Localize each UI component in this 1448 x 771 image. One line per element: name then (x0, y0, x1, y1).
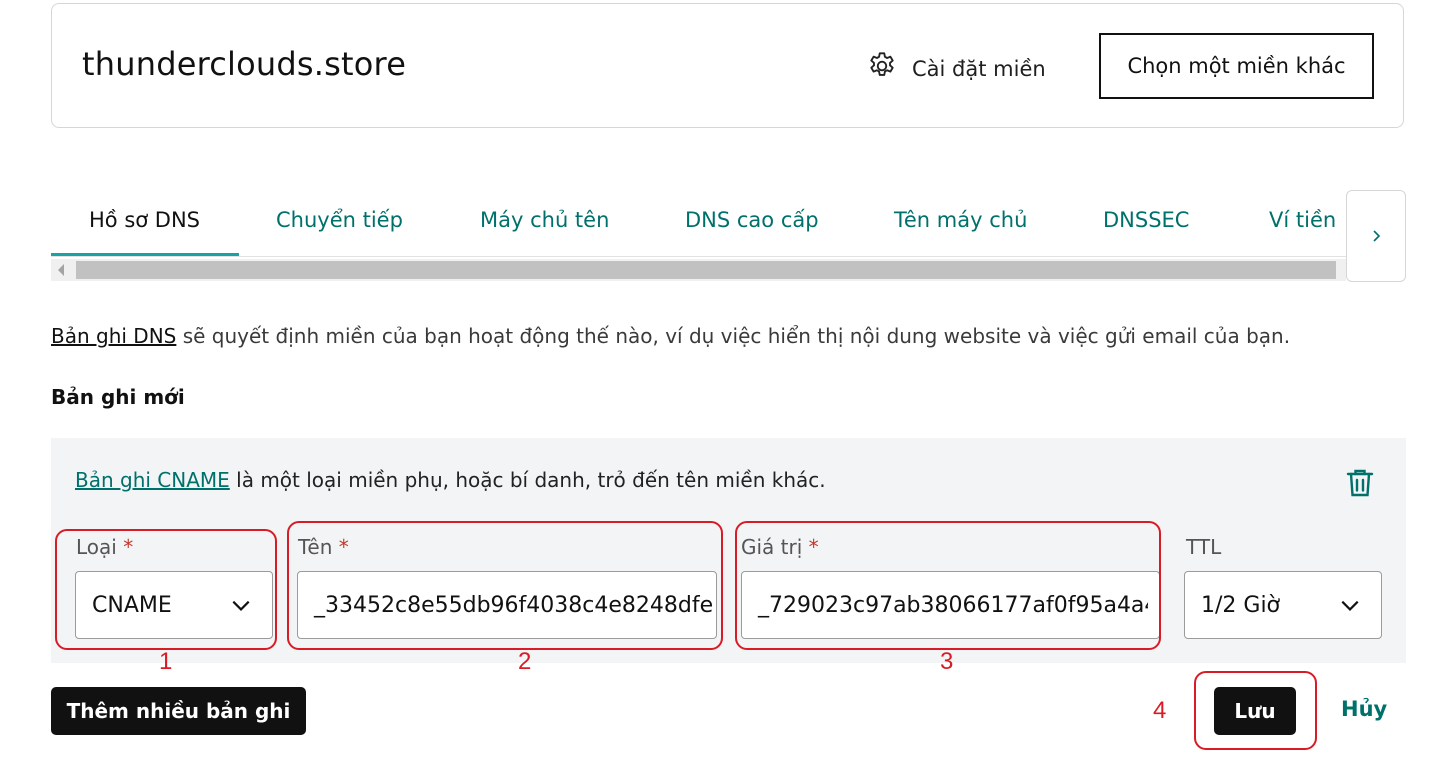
choose-another-domain-button[interactable]: Chọn một miền khác (1099, 33, 1374, 99)
save-button[interactable]: Lưu (1214, 687, 1296, 735)
horizontal-scrollbar[interactable] (51, 259, 1346, 281)
trash-icon[interactable] (1342, 465, 1378, 501)
chevron-right-icon (1373, 230, 1381, 242)
new-record-title: Bản ghi mới (51, 385, 185, 409)
tabs-next-button[interactable] (1346, 190, 1406, 282)
cname-description: Bản ghi CNAME là một loại miền phụ, hoặc… (75, 468, 826, 492)
ttl-label: TTL (1186, 535, 1222, 559)
domain-title: thunderclouds.store (82, 45, 407, 83)
cancel-link[interactable]: Hủy (1341, 697, 1387, 721)
dns-records-link[interactable]: Bản ghi DNS (51, 324, 176, 348)
tab-wallet[interactable]: Ví tiền (1269, 208, 1336, 232)
ttl-select[interactable]: 1/2 Giờ (1184, 571, 1382, 639)
tab-premium-dns[interactable]: DNS cao cấp (685, 208, 819, 232)
dns-description-text: sẽ quyết định miền của bạn hoạt động thế… (176, 324, 1291, 348)
annotation-number-4: 4 (1153, 697, 1167, 724)
annotation-box-3 (735, 521, 1161, 650)
annotation-number-3: 3 (940, 648, 954, 675)
tab-nameservers[interactable]: Máy chủ tên (480, 208, 609, 232)
cname-description-text: là một loại miền phụ, hoặc bí danh, trỏ … (229, 468, 826, 492)
scroll-left-arrow-icon[interactable] (58, 264, 64, 276)
tab-dns-records[interactable]: Hồ sơ DNS (89, 208, 200, 232)
active-tab-indicator (51, 253, 239, 256)
tab-dnssec[interactable]: DNSSEC (1103, 208, 1189, 232)
annotation-number-1: 1 (159, 648, 173, 675)
add-more-records-button[interactable]: Thêm nhiều bản ghi (51, 687, 306, 735)
dns-description: Bản ghi DNS sẽ quyết định miền của bạn h… (51, 324, 1290, 348)
gear-icon (866, 50, 898, 87)
domain-settings-link[interactable]: Cài đặt miền (866, 50, 1046, 87)
annotation-box-2 (287, 521, 723, 650)
chevron-down-icon (1341, 600, 1359, 611)
tab-forwarding[interactable]: Chuyển tiếp (276, 208, 403, 232)
tab-bar: Hồ sơ DNS Chuyển tiếp Máy chủ tên DNS ca… (51, 190, 1346, 282)
annotation-box-1 (55, 529, 277, 650)
annotation-number-2: 2 (518, 648, 532, 675)
scrollbar-thumb[interactable] (76, 261, 1336, 279)
tab-divider (51, 256, 1346, 257)
domain-settings-label: Cài đặt miền (912, 56, 1046, 81)
cname-record-link[interactable]: Bản ghi CNAME (75, 468, 230, 492)
tab-hostnames[interactable]: Tên máy chủ (894, 208, 1027, 232)
